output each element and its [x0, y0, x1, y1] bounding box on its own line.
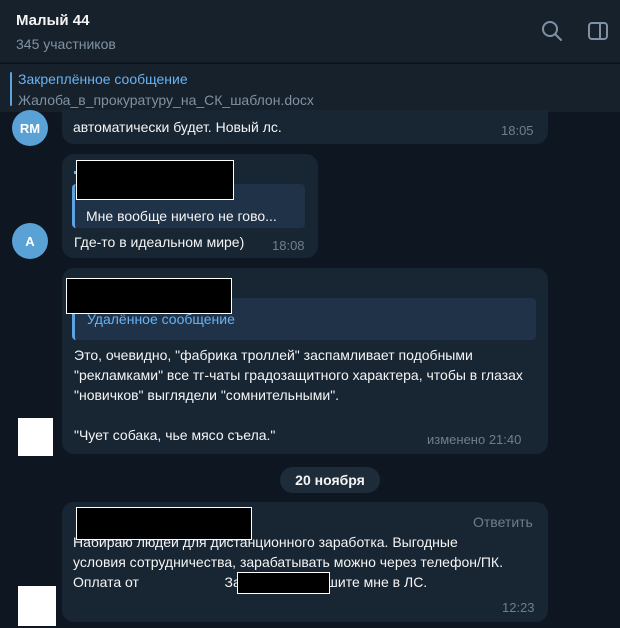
avatar[interactable]: RM: [12, 110, 48, 146]
message-text: Где-то в идеальном мире): [74, 234, 245, 250]
reply-button[interactable]: Ответить: [473, 514, 533, 530]
pinned-message-bar[interactable]: Закреплённое сообщение Жалоба_в_прокурат…: [0, 63, 620, 112]
message-bubble[interactable]: автоматически будет. Новый лс. 18:05: [62, 110, 548, 144]
sidebar-toggle-icon[interactable]: [587, 20, 609, 42]
pinned-title: Закреплённое сообщение: [18, 71, 188, 87]
pinned-text: Жалоба_в_прокуратуру_на_СК_шаблон.docx: [18, 92, 314, 108]
chat-header[interactable]: Малый 44 345 участников: [0, 0, 620, 62]
member-count: 345 участников: [16, 36, 116, 52]
redacted-amount: [237, 572, 330, 594]
avatar[interactable]: A: [12, 223, 48, 259]
message-time: 18:08: [272, 238, 305, 253]
redacted-avatar: [18, 418, 53, 456]
redacted-name: [76, 160, 234, 200]
redacted-name: [76, 507, 252, 540]
search-icon[interactable]: [541, 20, 563, 42]
pinned-indicator: [10, 72, 12, 106]
redacted-avatar: [18, 586, 56, 626]
message-text: автоматически будет. Новый лс.: [73, 119, 282, 135]
date-separator: 20 ноября: [280, 467, 380, 493]
chat-title: Малый 44: [16, 12, 90, 29]
message-time: изменено 21:40: [427, 432, 522, 447]
message-text: Это, очевидно, "фабрика троллей" заспамл…: [74, 347, 523, 443]
message-time: 12:23: [502, 600, 535, 615]
message-time: 18:05: [501, 123, 534, 138]
redacted-name: [66, 278, 232, 314]
quote-text: Мне вообще ничего не гово...: [86, 208, 277, 224]
